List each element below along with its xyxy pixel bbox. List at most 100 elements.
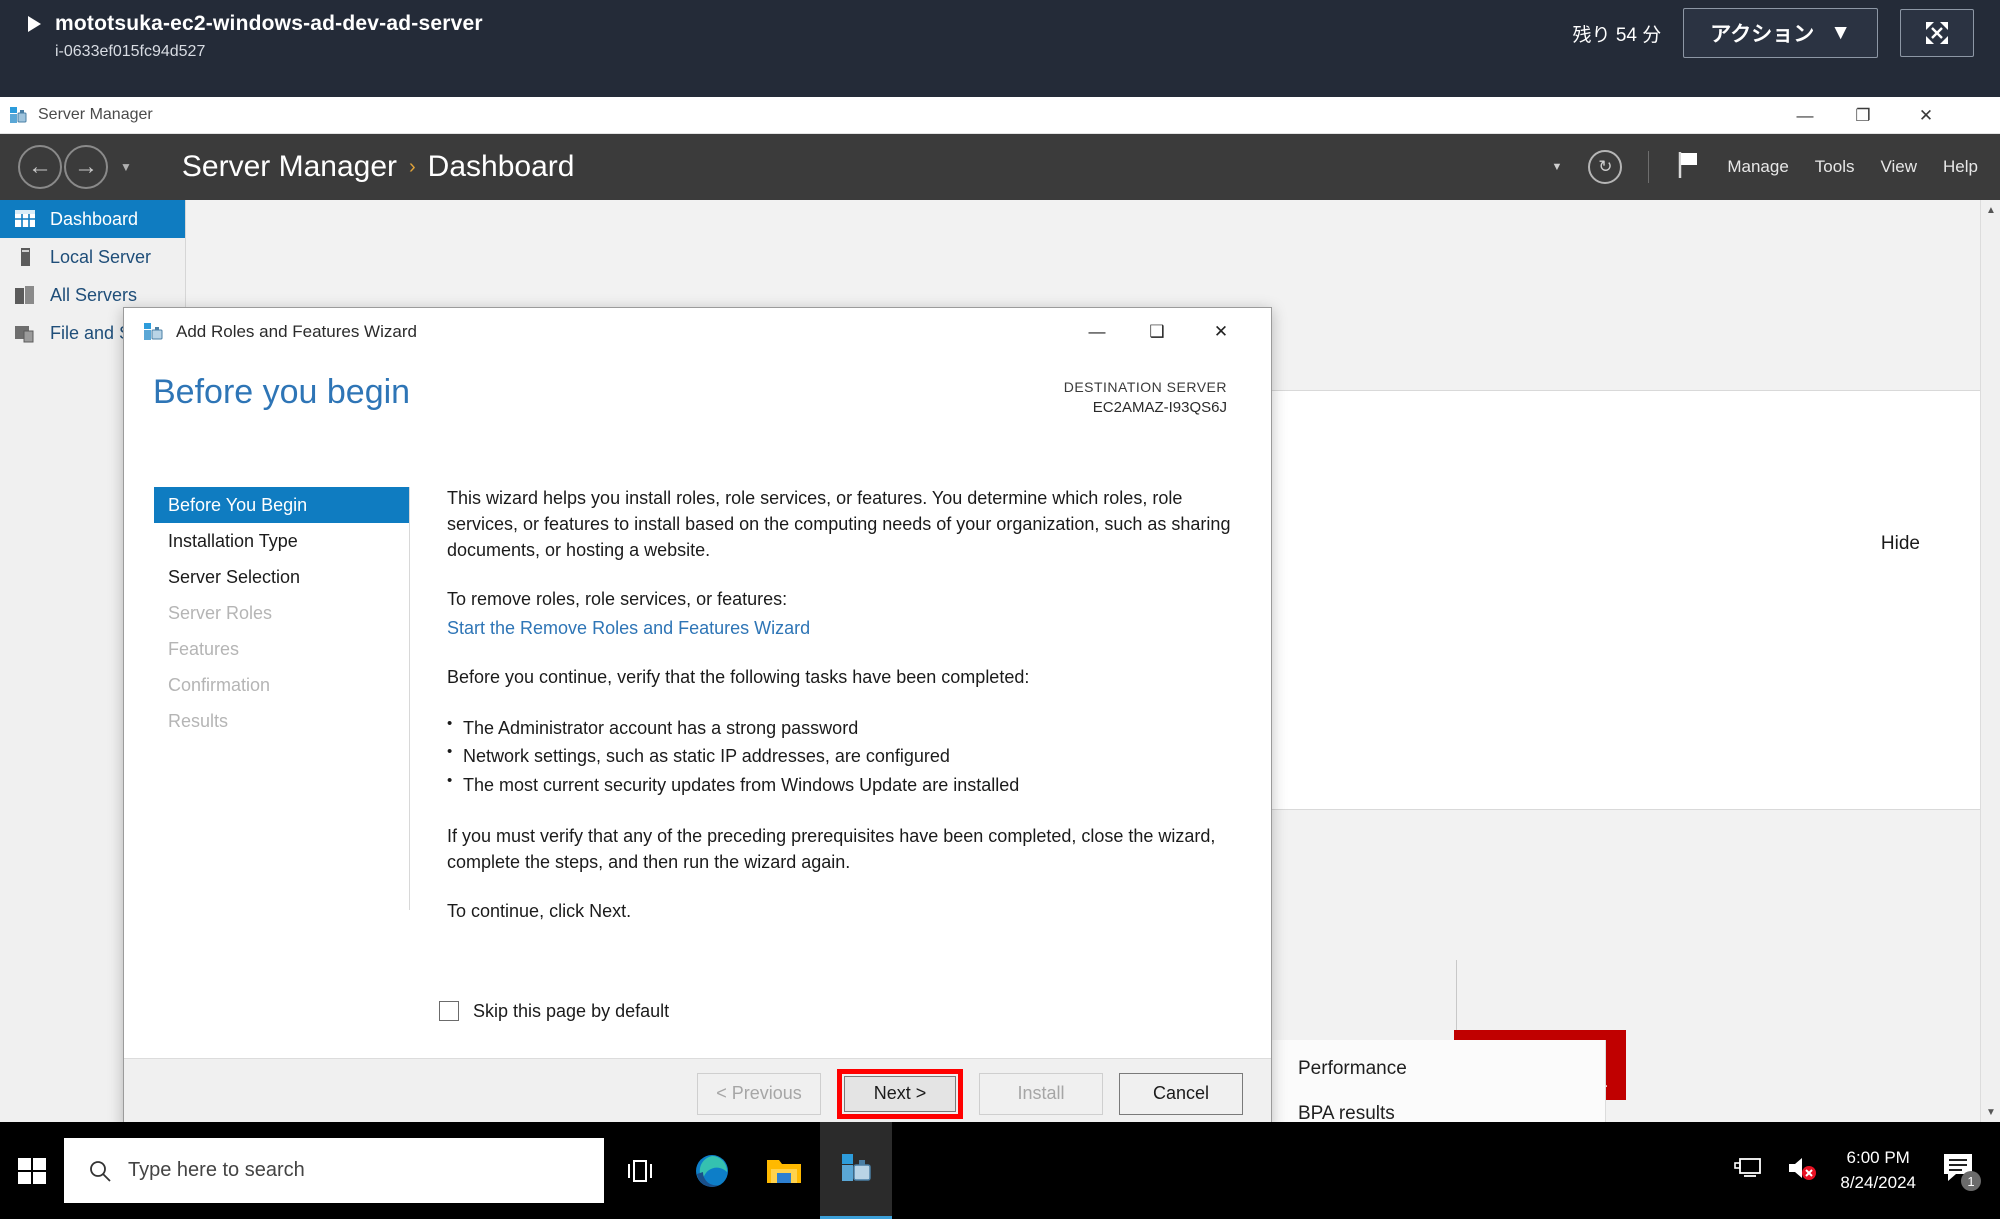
- breadcrumb-root[interactable]: Server Manager: [182, 150, 397, 184]
- navigation-arrows: ← → ▼: [18, 145, 132, 189]
- menu-manage[interactable]: Manage: [1727, 157, 1788, 177]
- skip-page-checkbox[interactable]: [439, 1001, 459, 1021]
- server-manager-taskbar-icon[interactable]: [820, 1122, 892, 1219]
- forward-button[interactable]: →: [64, 145, 108, 189]
- destination-server-label: DESTINATION SERVER: [1063, 379, 1227, 395]
- wizard-step-server-selection[interactable]: Server Selection: [154, 559, 409, 595]
- wizard-step-label: Results: [168, 710, 229, 731]
- skip-page-label: Skip this page by default: [473, 1000, 670, 1021]
- wizard-step-label: Server Selection: [168, 566, 301, 587]
- hide-link[interactable]: Hide: [1881, 533, 1920, 555]
- verify-prompt: Before you continue, verify that the fol…: [447, 667, 1030, 688]
- install-button[interactable]: Install: [979, 1072, 1103, 1115]
- aws-instance-banner: mototsuka-ec2-windows-ad-dev-ad-server i…: [0, 0, 2000, 97]
- sidebar-item-local-server[interactable]: Local Server: [0, 238, 185, 276]
- wizard-step-installation-type[interactable]: Installation Type: [154, 523, 409, 559]
- instance-name: mototsuka-ec2-windows-ad-dev-ad-server: [55, 12, 483, 35]
- server-manager-title: Server Manager: [38, 106, 153, 123]
- action-button-label: アクション: [1710, 23, 1815, 46]
- minimize-button[interactable]: —: [1776, 97, 1834, 134]
- clock[interactable]: 6:00 PM 8/24/2024: [1840, 1146, 1916, 1195]
- continue-note: To continue, click Next.: [447, 901, 632, 922]
- wizard-icon: [142, 321, 164, 343]
- menu-help[interactable]: Help: [1943, 157, 1978, 177]
- cancel-button[interactable]: Cancel: [1119, 1072, 1243, 1115]
- menu-view[interactable]: View: [1880, 157, 1917, 177]
- volume-muted-icon[interactable]: [1786, 1154, 1818, 1187]
- previous-button[interactable]: < Previous: [697, 1072, 821, 1115]
- expand-triangle-icon[interactable]: [28, 16, 41, 32]
- wizard-step-label: Before You Begin: [168, 494, 308, 515]
- remove-roles-prompt: To remove roles, role services, or featu…: [447, 589, 788, 610]
- search-input[interactable]: Type here to search: [64, 1138, 604, 1203]
- remove-roles-wizard-link[interactable]: Start the Remove Roles and Features Wiza…: [447, 618, 810, 638]
- back-button[interactable]: ←: [18, 145, 62, 189]
- edge-icon[interactable]: [676, 1122, 748, 1219]
- file-explorer-icon[interactable]: [748, 1122, 820, 1219]
- list-item: Network settings, such as static IP addr…: [447, 740, 1245, 771]
- maximize-button[interactable]: ❐: [1834, 97, 1892, 134]
- notifications-icon[interactable]: 1: [1938, 1148, 1984, 1194]
- server-manager-header: ← → ▼ Server Manager › Dashboard ▼ ↻ Man…: [0, 134, 2000, 200]
- wizard-close-button[interactable]: ✕: [1191, 308, 1251, 355]
- dashboard-tile[interactable]: Performance BPA results 8/24/2024 5:50 P…: [1236, 1040, 1606, 1122]
- divider: [1648, 151, 1650, 183]
- fullscreen-button[interactable]: [1900, 9, 1974, 57]
- search-icon: [90, 1160, 111, 1182]
- server-icon: [14, 246, 36, 268]
- server-manager-icon: [8, 105, 28, 125]
- wizard-step-features: Features: [154, 631, 409, 667]
- storage-icon: [14, 322, 36, 344]
- wizard-step-confirmation: Confirmation: [154, 667, 409, 703]
- vertical-scrollbar[interactable]: ▲ ▼: [1980, 200, 2000, 1122]
- action-dropdown-button[interactable]: アクション ▼: [1683, 8, 1878, 58]
- banner-instance-info: mototsuka-ec2-windows-ad-dev-ad-server i…: [28, 12, 483, 61]
- chevron-down-icon[interactable]: ▼: [120, 160, 132, 174]
- server-manager-window: Server Manager — ❐ ✕ ← → ▼ Server Manage…: [0, 97, 2000, 1129]
- chevron-down-icon[interactable]: ▼: [1551, 161, 1562, 173]
- clock-date: 8/24/2024: [1840, 1172, 1916, 1192]
- instance-id: i-0633ef015fc94d527: [55, 43, 206, 60]
- menu-tools[interactable]: Tools: [1815, 157, 1855, 177]
- sidebar-item-dashboard[interactable]: Dashboard: [0, 200, 185, 238]
- tile-line: Performance: [1298, 1058, 1407, 1079]
- skip-page-row: Skip this page by default: [124, 978, 1271, 1044]
- tile-line: BPA results: [1298, 1103, 1395, 1122]
- servers-icon: [14, 284, 36, 306]
- wizard-maximize-button[interactable]: ❑: [1127, 308, 1187, 355]
- notifications-flag-icon[interactable]: [1675, 150, 1701, 185]
- breadcrumb: Server Manager › Dashboard: [182, 150, 575, 184]
- next-button-highlight: Next >: [837, 1068, 963, 1119]
- wizard-step-label: Confirmation: [168, 674, 271, 695]
- wizard-body-text: This wizard helps you install roles, rol…: [410, 435, 1271, 1000]
- server-manager-titlebar: Server Manager — ❐ ✕: [0, 97, 2000, 134]
- next-button[interactable]: Next >: [844, 1075, 956, 1112]
- windows-logo-icon: [18, 1157, 46, 1184]
- wizard-step-label: Installation Type: [168, 530, 298, 551]
- wizard-step-before-you-begin[interactable]: Before You Begin: [154, 487, 410, 523]
- list-item: The Administrator account has a strong p…: [447, 712, 1245, 743]
- windows-taskbar: Type here to search 6:00 PM 8/24/2024 1: [0, 1122, 2000, 1219]
- remaining-time-label: 残り 54 分: [1572, 24, 1662, 46]
- destination-server-value: EC2AMAZ-I93QS6J: [1092, 399, 1227, 417]
- breadcrumb-separator-icon: ›: [409, 155, 416, 178]
- breadcrumb-current: Dashboard: [427, 150, 575, 183]
- refresh-icon[interactable]: ↻: [1588, 150, 1623, 184]
- wizard-header: Before you begin DESTINATION SERVER EC2A…: [124, 355, 1271, 435]
- prerequisite-list: The Administrator account has a strong p…: [447, 712, 1245, 800]
- close-button[interactable]: ✕: [1897, 97, 1955, 134]
- page-title: Before you begin: [153, 373, 411, 411]
- fullscreen-icon: [1926, 22, 1948, 44]
- system-tray: 6:00 PM 8/24/2024 1: [1734, 1122, 2000, 1219]
- network-icon[interactable]: [1734, 1155, 1764, 1186]
- start-button[interactable]: [0, 1122, 64, 1219]
- scroll-down-icon[interactable]: ▼: [1981, 1102, 2000, 1122]
- add-roles-wizard-dialog: Add Roles and Features Wizard — ❑ ✕ Befo…: [123, 307, 1272, 1129]
- sidebar-item-label: All Servers: [50, 284, 138, 305]
- sidebar-item-label: Dashboard: [50, 208, 139, 229]
- scroll-up-icon[interactable]: ▲: [1981, 200, 2000, 220]
- search-placeholder: Type here to search: [128, 1159, 305, 1181]
- destination-server-info: DESTINATION SERVER EC2AMAZ-I93QS6J: [1064, 377, 1227, 419]
- task-view-icon[interactable]: [604, 1122, 676, 1219]
- wizard-minimize-button[interactable]: —: [1067, 308, 1127, 355]
